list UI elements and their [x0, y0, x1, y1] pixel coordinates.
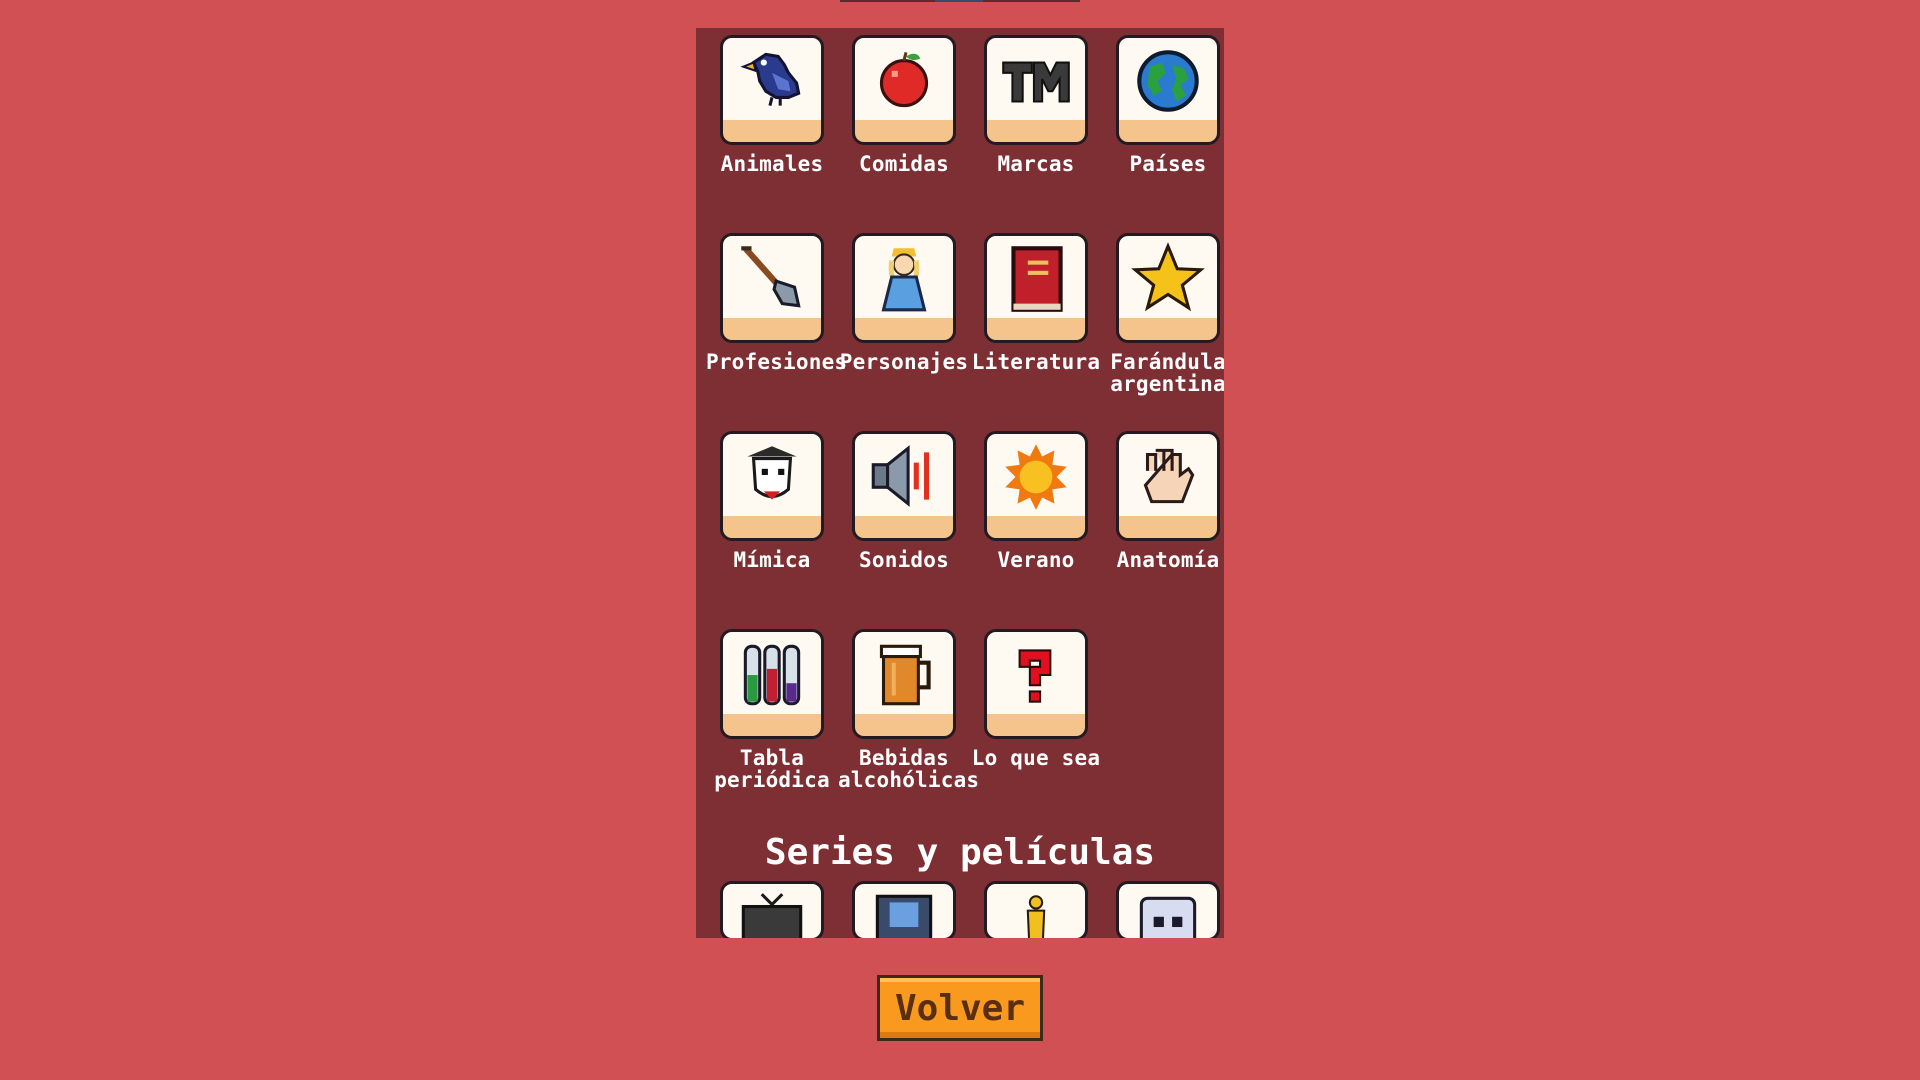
category-tile[interactable] — [720, 629, 824, 739]
category-tabla-periodica[interactable]: Tabla periódica — [706, 629, 838, 827]
category-sonidos[interactable]: Sonidos — [838, 431, 970, 629]
trademark-icon — [1002, 61, 1070, 103]
oscar-icon — [1026, 895, 1046, 938]
category-profesiones[interactable]: Profesiones — [706, 233, 848, 431]
tv-icon — [741, 893, 803, 938]
category-tile[interactable] — [720, 431, 824, 541]
film-icon — [875, 894, 933, 938]
category-label: Animales — [720, 152, 824, 176]
category-label: Comidas — [859, 152, 949, 176]
category-tile[interactable] — [720, 233, 824, 343]
category-label: Marcas — [997, 152, 1075, 176]
category-tile[interactable] — [720, 35, 824, 145]
top-divider-mark — [935, 0, 983, 2]
category-panel[interactable]: Animales Comidas Marcas Países Profesion… — [696, 28, 1224, 938]
category-label: Personajes — [839, 350, 969, 374]
star-icon — [1131, 242, 1205, 312]
category-tile[interactable] — [984, 431, 1088, 541]
category-tile[interactable] — [852, 629, 956, 739]
category-tile[interactable] — [852, 431, 956, 541]
princess-icon — [881, 248, 927, 312]
category-tile[interactable] — [852, 881, 956, 938]
category-grid: Animales Comidas Marcas Países Profesion… — [706, 35, 1224, 827]
category-animales[interactable]: Animales — [706, 35, 838, 233]
category-label: Verano — [997, 548, 1075, 572]
category-tile[interactable] — [720, 881, 824, 938]
bird-icon — [740, 52, 801, 106]
category-literatura[interactable]: Literatura — [970, 233, 1102, 431]
section-item-ghost[interactable] — [1102, 881, 1224, 938]
category-tile[interactable] — [984, 881, 1088, 938]
category-label: Farándula argentina — [1110, 350, 1224, 396]
category-tile[interactable] — [984, 35, 1088, 145]
section-item-film[interactable] — [838, 881, 970, 938]
shovel-icon — [741, 246, 801, 308]
section-title: Series y películas — [764, 832, 1156, 873]
category-mimica[interactable]: Mímica — [706, 431, 838, 629]
category-label: Países — [1129, 152, 1207, 176]
speaker-icon — [871, 445, 930, 507]
category-tile[interactable] — [1116, 431, 1220, 541]
category-label: Tabla periódica — [714, 746, 830, 792]
category-label: Lo que sea — [971, 746, 1101, 770]
category-label: Bebidas alcohólicas — [838, 746, 980, 792]
category-marcas[interactable]: Marcas — [970, 35, 1102, 233]
section-item-tv[interactable] — [706, 881, 838, 938]
beer-icon — [879, 644, 931, 706]
section-grid — [706, 881, 1224, 938]
category-tile[interactable] — [984, 629, 1088, 739]
hand-icon — [1143, 448, 1195, 504]
category-personajes[interactable]: Personajes — [838, 233, 970, 431]
category-verano[interactable]: Verano — [970, 431, 1102, 629]
category-comidas[interactable]: Comidas — [838, 35, 970, 233]
category-label: Literatura — [971, 350, 1101, 374]
category-tile[interactable] — [984, 233, 1088, 343]
test-tubes-icon — [743, 644, 801, 706]
category-tile[interactable] — [1116, 35, 1220, 145]
category-label: Anatomía — [1116, 548, 1220, 572]
back-button[interactable]: Volver — [877, 975, 1043, 1041]
category-label: Profesiones — [706, 350, 848, 374]
ghost-icon — [1139, 896, 1197, 938]
category-paises[interactable]: Países — [1102, 35, 1224, 233]
section-item-oscar[interactable] — [970, 881, 1102, 938]
category-farandula-argentina[interactable]: Farándula argentina — [1102, 233, 1224, 431]
question-mark-icon — [1018, 649, 1052, 703]
category-tile[interactable] — [852, 233, 956, 343]
category-bebidas-alcoholicas[interactable]: Bebidas alcohólicas — [838, 629, 980, 827]
category-anatomia[interactable]: Anatomía — [1102, 431, 1224, 629]
sun-icon — [1005, 444, 1067, 510]
globe-icon — [1137, 50, 1199, 112]
category-label: Sonidos — [859, 548, 949, 572]
apple-icon — [879, 51, 929, 108]
category-tile[interactable] — [852, 35, 956, 145]
category-tile[interactable] — [1116, 233, 1220, 343]
category-lo-que-sea[interactable]: Lo que sea — [970, 629, 1102, 827]
category-tile[interactable] — [1116, 881, 1220, 938]
book-icon — [1011, 246, 1063, 312]
category-label: Mímica — [733, 548, 811, 572]
mime-icon — [747, 446, 797, 500]
